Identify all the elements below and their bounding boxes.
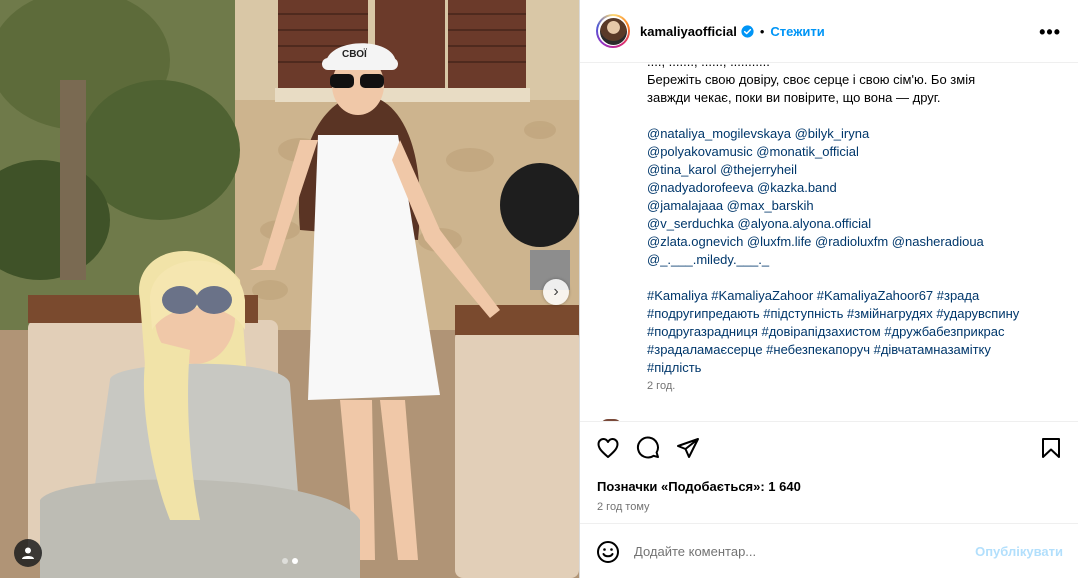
hashtags-line[interactable]: #зрадаламаєсерце #небезпекапоруч #дівчат… xyxy=(647,341,1057,359)
caption-text: ...., ......., ......, ........... Береж… xyxy=(647,63,1057,395)
mentions-line[interactable]: @zlata.ognevich @luxfm.life @radioluxfm … xyxy=(647,233,1057,251)
avatar-ring xyxy=(598,16,628,46)
post-actions: Позначки «Подобається»: 1 640 2 год тому… xyxy=(580,421,1078,578)
action-icons xyxy=(596,436,700,460)
mentions-line[interactable]: @polyakovamusic @monatik_official xyxy=(647,143,1057,161)
photo-illustration: СВОЇ xyxy=(0,0,579,578)
comment-bar: Додайте коментар... Опублікувати xyxy=(580,523,1078,579)
share-send-icon[interactable] xyxy=(676,436,700,460)
carousel-indicator xyxy=(282,558,298,564)
comment-bubble-icon[interactable] xyxy=(636,436,660,460)
hat-text: СВОЇ xyxy=(342,47,367,60)
user-icon xyxy=(22,547,34,559)
publish-comment-button[interactable]: Опублікувати xyxy=(975,544,1063,559)
carousel-dot xyxy=(282,558,288,564)
bookmark-icon xyxy=(1042,438,1060,458)
post-header: kamaliyaofficial • Стежити ••• xyxy=(580,0,1078,63)
verified-badge-icon xyxy=(741,24,754,38)
avatar[interactable] xyxy=(596,14,630,48)
caption-cut-line: ...., ......., ......, ........... xyxy=(647,63,1057,71)
hashtags-line[interactable]: #підлість xyxy=(647,359,1057,377)
hashtags-line[interactable]: #Kamaliya #KamaliyaZahoor #KamaliyaZahoo… xyxy=(647,287,1057,305)
hashtags-line[interactable]: #подругазрадниця #довірапідзахистом #дру… xyxy=(647,323,1057,341)
like-heart-icon[interactable] xyxy=(596,436,620,460)
post-photo[interactable]: СВОЇ › xyxy=(0,0,579,578)
mentions-line[interactable]: @_.___.miledy.___._ xyxy=(647,251,1057,269)
comment-input[interactable]: Додайте коментар... xyxy=(634,544,756,559)
save-post-button[interactable] xyxy=(1039,436,1063,460)
mentions-line[interactable]: @nadyadorofeeva @kazka.band xyxy=(647,179,1057,197)
more-options-icon[interactable]: ••• xyxy=(1039,22,1061,43)
avatar-image xyxy=(599,17,627,45)
next-photo-button[interactable]: › xyxy=(543,279,569,305)
caption-scroll-area[interactable]: ...., ......., ......, ........... Береж… xyxy=(580,63,1078,421)
caption-line: завжди чекає, поки ви повірите, що вона … xyxy=(647,90,941,105)
mentions-line[interactable]: @jamalajaaa @max_barskih xyxy=(647,197,1057,215)
mentions-line[interactable]: @nataliya_mogilevskaya @bilyk_iryna xyxy=(647,125,1057,143)
mentions-line[interactable]: @tina_karol @thejerryheil xyxy=(647,161,1057,179)
caption-spacer xyxy=(647,269,1057,287)
emoji-smiley-icon[interactable] xyxy=(596,540,620,564)
post-details-panel: kamaliyaofficial • Стежити ••• ...., ...… xyxy=(579,0,1078,578)
likes-count[interactable]: Позначки «Подобається»: 1 640 xyxy=(597,479,801,494)
post-time-ago[interactable]: 2 год тому xyxy=(597,501,650,513)
carousel-dot-active xyxy=(292,558,298,564)
tagged-users-button[interactable] xyxy=(14,539,42,567)
mentions-line[interactable]: @v_serduchka @alyona.alyona.official xyxy=(647,215,1057,233)
hashtags-line[interactable]: #подругипредають #підступність #змійнагр… xyxy=(647,305,1057,323)
caption-timestamp: 2 год. xyxy=(647,380,676,392)
username-link[interactable]: kamaliyaofficial xyxy=(640,24,737,39)
header-separator: • xyxy=(759,23,765,39)
caption-spacer xyxy=(647,107,1057,125)
follow-button[interactable]: Стежити xyxy=(770,24,824,39)
caption-line: Бережіть свою довіру, своє серце і свою … xyxy=(647,72,976,87)
